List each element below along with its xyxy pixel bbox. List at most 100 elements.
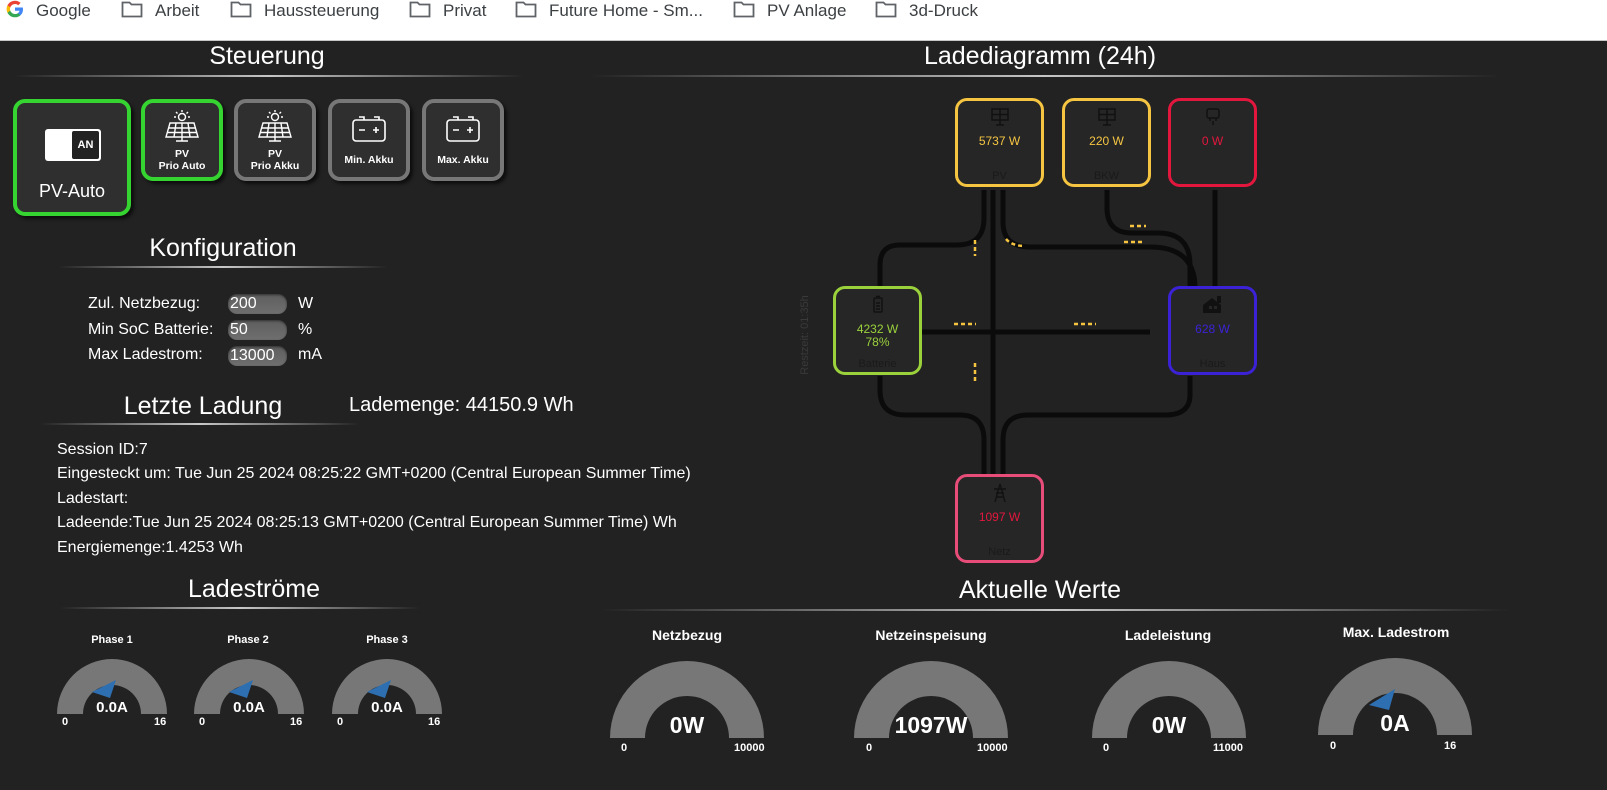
- netzbezug-label: Zul. Netzbezug:: [88, 295, 201, 312]
- gauge-min: 0: [866, 742, 873, 754]
- google-icon: [6, 0, 24, 23]
- max-akku-button[interactable]: Max. Akku: [422, 99, 504, 181]
- bookmarks-bar: Google Arbeit Haussteuerung Privat Futur…: [0, 0, 1607, 41]
- solar-panel-icon: [958, 107, 1041, 127]
- bookmark-label: PV Anlage: [767, 1, 847, 20]
- haus-name: Haus: [1199, 358, 1226, 370]
- session-id: Session ID:7: [57, 441, 148, 458]
- steuerung-title: Steuerung: [209, 42, 325, 70]
- divider: [14, 75, 524, 77]
- node-haus[interactable]: 628 W Haus: [1168, 286, 1257, 375]
- konfiguration-title: Konfiguration: [149, 234, 297, 262]
- netzbezug-input[interactable]: 200: [228, 294, 287, 314]
- pv-auto-button[interactable]: AN PV-Auto: [13, 99, 131, 216]
- gauge-min: 0: [621, 742, 628, 754]
- gauge-title: Netzeinspeisung: [875, 627, 987, 643]
- folder-icon: [515, 0, 537, 23]
- haus-value: 628 W: [1195, 322, 1230, 336]
- bookmark-pv-anlage[interactable]: PV Anlage: [733, 0, 846, 22]
- gauge-value: 0.0A: [371, 699, 403, 716]
- pv-prio-auto-button[interactable]: PV Prio Auto: [141, 99, 223, 181]
- energiemenge: Energiemenge:1.4253 Wh: [57, 539, 243, 556]
- gauge-min: 0: [1103, 742, 1110, 754]
- max-ladestrom-label: Max Ladestrom:: [88, 346, 203, 363]
- toggle-switch[interactable]: AN: [45, 129, 101, 161]
- bookmark-privat[interactable]: Privat: [409, 0, 486, 22]
- bookmark-label: 3d-Druck: [909, 1, 978, 20]
- gauge-max: 11000: [1213, 742, 1243, 754]
- ladestart: Ladestart:: [57, 490, 129, 507]
- eingesteckt-um: Eingesteckt um: Tue Jun 25 2024 08:25:22…: [57, 465, 691, 482]
- netz-name: Netz: [988, 546, 1011, 558]
- button-label: Min. Akku: [344, 154, 394, 166]
- node-bkw[interactable]: 220 W BKW: [1062, 98, 1151, 187]
- gauge-min: 0: [337, 716, 344, 728]
- min-soc-input[interactable]: 50: [228, 320, 287, 340]
- gauge-value: 0A: [1380, 710, 1410, 736]
- bookmark-future-home[interactable]: Future Home - Sm...: [515, 0, 703, 22]
- gauge-max: 16: [290, 716, 303, 728]
- switch-label: AN: [72, 131, 99, 159]
- bookmark-label: Privat: [443, 1, 487, 20]
- bookmark-haussteuerung[interactable]: Haussteuerung: [230, 0, 379, 22]
- gauge-value: 1097W: [894, 712, 968, 738]
- netz-value: 1097 W: [978, 510, 1021, 524]
- button-label: PV: [174, 148, 189, 160]
- node-auto[interactable]: 0 W: [1168, 98, 1257, 187]
- divider: [590, 75, 1500, 77]
- bookmark-arbeit[interactable]: Arbeit: [121, 0, 199, 22]
- gauge-max: 16: [1444, 740, 1457, 752]
- pv-prio-akku-button[interactable]: PV Prio Akku: [234, 99, 316, 181]
- unit-label: %: [298, 321, 313, 338]
- flow-line: [877, 376, 987, 475]
- bookmark-3d-druck[interactable]: 3d-Druck: [875, 0, 978, 22]
- flow-line: [877, 190, 987, 288]
- node-netz[interactable]: 1097 W Netz: [955, 474, 1044, 563]
- gauge-max: 16: [428, 716, 441, 728]
- gauge-max: 16: [154, 716, 167, 728]
- batterie-soc: 78%: [865, 335, 890, 349]
- bookmark-label: Google: [36, 1, 91, 20]
- auto-value: 0 W: [1201, 134, 1224, 148]
- solar-panel-icon: [1065, 107, 1148, 127]
- ladestroeme-title: Ladeströme: [187, 575, 321, 603]
- power-tower-icon: [958, 483, 1041, 503]
- divider: [40, 423, 360, 425]
- node-pv[interactable]: 5737 W PV: [955, 98, 1044, 187]
- min-akku-button[interactable]: Min. Akku: [328, 99, 410, 181]
- battery-icon: [351, 115, 387, 148]
- folder-icon: [121, 0, 143, 23]
- gauge-value: 0W: [1151, 712, 1187, 738]
- folder-icon: [733, 0, 755, 23]
- bookmark-google[interactable]: Google: [6, 0, 91, 22]
- ladeende: Ladeende:Tue Jun 25 2024 08:25:13 GMT+02…: [57, 514, 677, 531]
- button-sublabel: Prio Akku: [250, 160, 300, 172]
- lademenge: Lademenge: 44150.9 Wh: [349, 394, 574, 416]
- gauge-title: Phase 1: [91, 634, 133, 646]
- restzeit-label: Restzeit: 01:35h: [799, 295, 811, 375]
- bookmark-label: Future Home - Sm...: [549, 1, 703, 20]
- max-ladestrom-input[interactable]: 13000: [228, 346, 287, 366]
- button-label: Max. Akku: [437, 154, 489, 166]
- gauge-title: Ladeleistung: [1124, 627, 1212, 643]
- batterie-value: 4232 W: [856, 322, 899, 336]
- gauge-value: 0.0A: [96, 699, 128, 716]
- bookmark-label: Haussteuerung: [264, 1, 380, 20]
- gauge-min: 0: [199, 716, 206, 728]
- divider: [600, 609, 1510, 611]
- folder-icon: [230, 0, 252, 23]
- bkw-value: 220 W: [1089, 134, 1124, 148]
- pv-value: 5737 W: [978, 134, 1021, 148]
- button-sublabel: Prio Auto: [158, 160, 206, 172]
- solar-panel-icon: [256, 109, 294, 148]
- battery-icon: [836, 295, 919, 315]
- car-charger-icon: [1171, 107, 1254, 127]
- gauge-title: Max. Ladestrom: [1342, 624, 1450, 640]
- node-batterie[interactable]: 4232 W 78% Batterie: [833, 286, 922, 375]
- batterie-name: Batterie: [858, 358, 897, 370]
- bookmark-label: Arbeit: [155, 1, 200, 20]
- gauge-value: 0W: [669, 712, 705, 738]
- divider: [58, 266, 388, 268]
- gauge-title: Phase 2: [227, 634, 269, 646]
- house-icon: [1171, 295, 1254, 315]
